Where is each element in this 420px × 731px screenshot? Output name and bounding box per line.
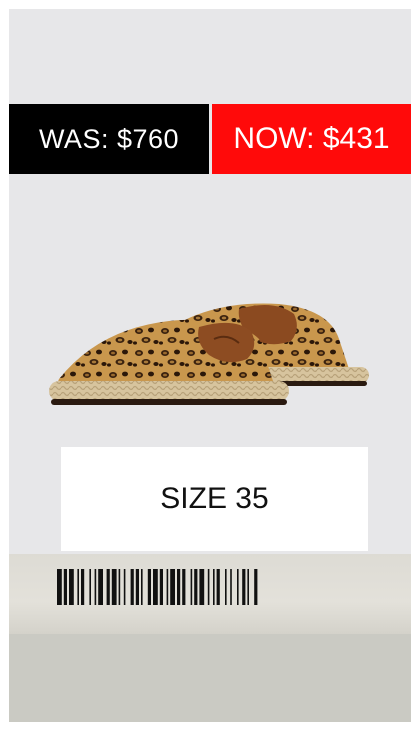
size-label: SIZE 35 [61, 447, 368, 551]
barcode-icon [57, 569, 258, 605]
price-row: WAS: $760 NOW: $431 [9, 104, 411, 174]
bottom-panel [9, 634, 411, 722]
product-card: WAS: $760 NOW: $431 SIZE 35 [9, 9, 411, 722]
was-price-badge: WAS: $760 [9, 104, 209, 174]
shoe-image [49, 303, 369, 405]
now-price-badge: NOW: $431 [212, 104, 411, 174]
